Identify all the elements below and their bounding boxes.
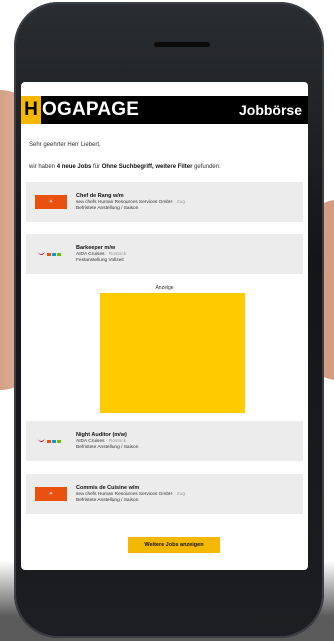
intro-prefix: wir haben (29, 164, 57, 170)
job-title[interactable]: Barkeeper m/w (76, 245, 126, 252)
job-title[interactable]: Commis de Cuisine w/m (76, 485, 185, 492)
email-header: H OGAPAGE Jobbörse (21, 96, 308, 124)
logo-h: H (21, 96, 41, 124)
advertisement[interactable] (100, 293, 245, 413)
company-logo (35, 247, 67, 261)
intro-filter: Ohne Suchbegriff, weitere Filter (101, 164, 193, 170)
job-text: Commis de Cuisine w/m sea chefs Human Re… (76, 485, 185, 504)
photo-scene: H OGAPAGE Jobbörse Sehr geehrter Herr Li… (0, 0, 334, 641)
intro-mid: für (91, 164, 102, 170)
phone-screen: H OGAPAGE Jobbörse Sehr geehrter Herr Li… (21, 82, 308, 570)
job-location: · Rostock (104, 251, 127, 257)
job-type: Befristete Anstellung / Saison (76, 497, 139, 503)
job-item[interactable]: ☀ Chef de Rang w/m sea chefs Human Resou… (26, 182, 303, 222)
job-text: Chef de Rang w/m sea chefs Human Resourc… (76, 193, 185, 212)
aida-logo-icon (37, 252, 61, 256)
more-jobs-button[interactable]: Weitere Jobs anzeigen (128, 537, 220, 553)
job-item[interactable]: ☀ Commis de Cuisine w/m sea chefs Human … (26, 474, 303, 514)
job-location: · Zug (172, 491, 186, 497)
intro-count: 4 neue Jobs (56, 164, 92, 170)
seachefs-icon: ☀ (48, 199, 54, 205)
intro-suffix: gefunden: (192, 164, 221, 170)
ad-label: Anzeige (155, 285, 174, 291)
job-text: Barkeeper m/w AIDA Cruises · Rostock Fes… (76, 245, 126, 264)
job-location: · Zug (172, 199, 186, 205)
aida-logo-icon (37, 439, 61, 443)
job-location: · Rostock (104, 438, 127, 444)
company-name: sea chefs Human Resources Services GmbH (76, 491, 173, 497)
job-type: Befristete Anstellung / Saison (76, 205, 139, 211)
job-title[interactable]: Night Auditor (m/w) (76, 432, 138, 439)
greeting: Sehr geehrter Herr Liebert, (29, 142, 101, 148)
job-type: Befristete Anstellung / Saison (76, 444, 139, 450)
seachefs-icon: ☀ (48, 491, 54, 497)
intro-text: wir haben 4 neue Jobs für Ohne Suchbegri… (29, 164, 221, 170)
phone-speaker (154, 42, 210, 47)
logo-text: OGAPAGE (42, 99, 140, 120)
company-name: AIDA Cruises (76, 438, 105, 444)
job-title[interactable]: Chef de Rang w/m (76, 193, 185, 200)
company-name: AIDA Cruises (76, 251, 105, 257)
hogapage-logo[interactable]: H OGAPAGE (21, 96, 139, 124)
job-type: Festanstellung Vollzeit (76, 257, 124, 263)
job-item[interactable]: Barkeeper m/w AIDA Cruises · Rostock Fes… (26, 234, 303, 274)
company-name: sea chefs Human Resources Services GmbH (76, 199, 173, 205)
job-text: Night Auditor (m/w) AIDA Cruises · Rosto… (76, 432, 138, 451)
section-title: Jobbörse (238, 102, 302, 118)
job-item[interactable]: Night Auditor (m/w) AIDA Cruises · Rosto… (26, 421, 303, 461)
company-logo (35, 434, 67, 448)
company-logo: ☀ (35, 195, 67, 209)
company-logo: ☀ (35, 487, 67, 501)
